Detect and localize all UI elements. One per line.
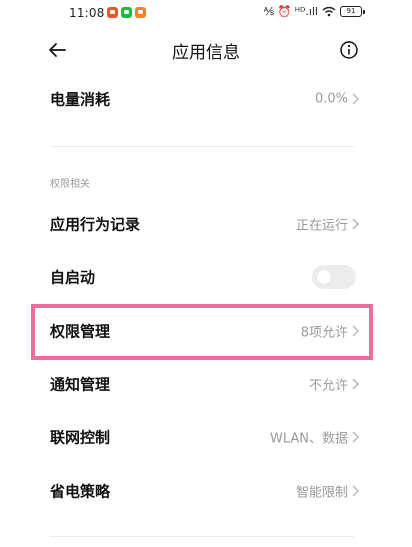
- row-value: WLAN、数据: [269, 431, 348, 447]
- status-indicators: ⅍ ⏰ ᴴᴰ.ıll 91: [263, 5, 365, 18]
- chevron-right-icon: [352, 325, 359, 337]
- info-icon: [340, 41, 358, 59]
- divider: [50, 146, 354, 147]
- row-power-saving[interactable]: 省电策略 智能限制: [0, 464, 412, 518]
- section-header: 权限相关: [50, 179, 90, 190]
- notification-icon: [121, 7, 132, 18]
- row-network-control[interactable]: 联网控制 WLAN、数据: [0, 410, 412, 464]
- autostart-toggle[interactable]: [312, 265, 356, 289]
- row-value: 不允许: [308, 378, 348, 394]
- row-label: 联网控制: [50, 428, 111, 447]
- row-value: 正在运行: [295, 218, 348, 234]
- row-label: 通知管理: [50, 375, 111, 394]
- notification-icon: [107, 7, 118, 18]
- wifi-icon: [322, 6, 336, 17]
- chevron-right-icon: [352, 431, 359, 443]
- chevron-right-icon: [352, 218, 359, 230]
- row-value: 智能限制: [295, 485, 348, 501]
- signal-indicators: ⅍ ⏰ ᴴᴰ.ıll: [263, 5, 318, 18]
- status-time: 11:08: [69, 6, 105, 20]
- info-button[interactable]: [339, 40, 359, 60]
- row-battery-usage[interactable]: 电量消耗 0.0%: [0, 72, 412, 126]
- row-notifications[interactable]: 通知管理 不允许: [0, 357, 412, 411]
- row-value: 0.0%: [314, 91, 348, 107]
- row-label: 省电策略: [50, 482, 111, 501]
- row-app-behavior[interactable]: 应用行为记录 正在运行: [0, 197, 412, 251]
- row-label: 电量消耗: [50, 90, 111, 109]
- row-label: 权限管理: [50, 322, 111, 341]
- divider: [50, 536, 354, 537]
- battery-icon: 91: [340, 6, 365, 17]
- chevron-right-icon: [352, 485, 359, 497]
- row-label: 自启动: [50, 268, 96, 287]
- row-label: 应用行为记录: [50, 215, 141, 234]
- row-permissions[interactable]: 权限管理 8项允许: [0, 304, 412, 358]
- chevron-right-icon: [352, 93, 359, 105]
- toggle-knob: [317, 270, 331, 284]
- notification-icon: [135, 7, 146, 18]
- status-bar: 11:08 ⅍ ⏰ ᴴᴰ.ıll 91: [0, 0, 412, 26]
- app-bar: 应用信息: [0, 26, 412, 74]
- chevron-right-icon: [352, 378, 359, 390]
- row-value: 8项允许: [300, 325, 348, 341]
